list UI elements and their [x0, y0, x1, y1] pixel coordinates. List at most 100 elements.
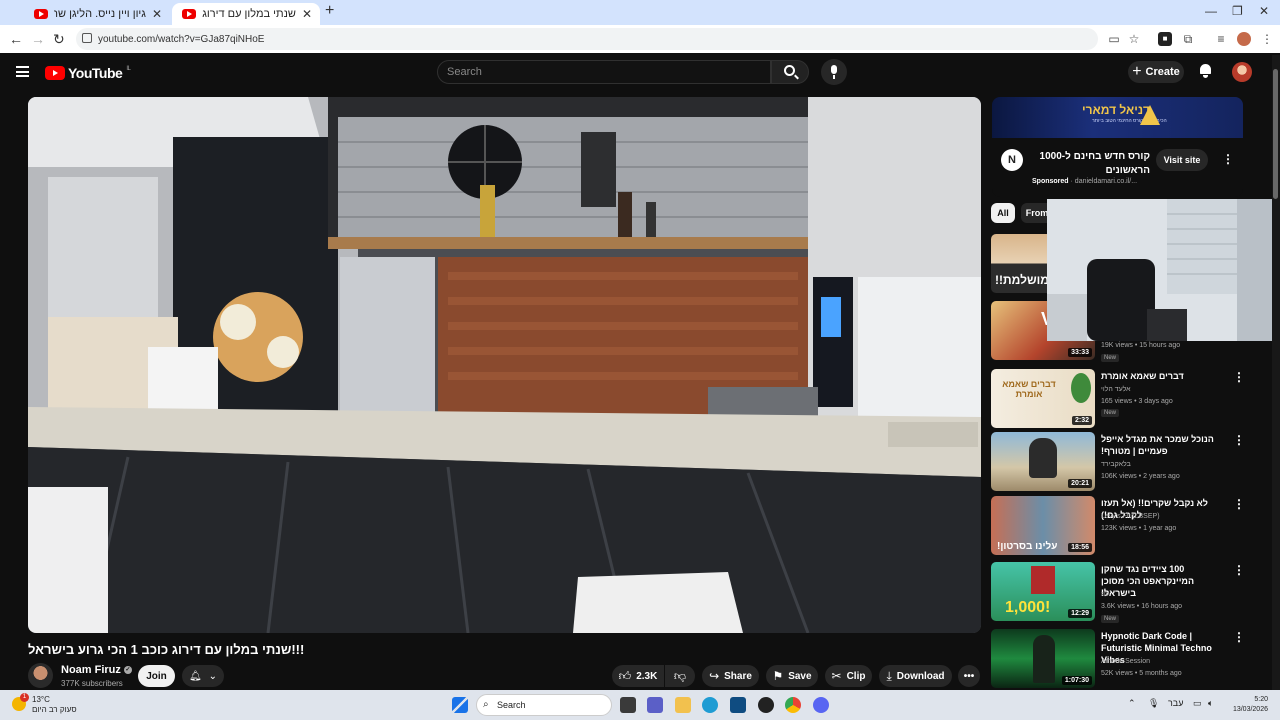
share-button[interactable]: ↪ Share — [702, 665, 759, 687]
item-menu-icon[interactable]: ⋮ — [1233, 563, 1245, 577]
back-icon[interactable]: ← — [9, 31, 23, 47]
tray-overflow-icon[interactable]: ⌃ — [1128, 698, 1136, 709]
video-thumbnail[interactable]: 1:07:30 — [991, 629, 1095, 688]
bell-icon: 🔔︎ — [188, 670, 202, 682]
channel-name: בלאקבירד — [1101, 461, 1131, 468]
bookmark-star-icon[interactable]: ☆ — [1127, 32, 1141, 46]
item-menu-icon[interactable]: ⋮ — [1233, 630, 1245, 644]
browser-tab-active[interactable]: שנתי במלון עם דירוג כוכב 1 הכי ✕ — [172, 3, 320, 25]
language-indicator[interactable]: עבר — [1168, 698, 1183, 708]
network-icon[interactable]: ▭ — [1193, 698, 1202, 709]
item-menu-icon[interactable]: ⋮ — [1233, 433, 1245, 447]
chip-all[interactable]: All — [991, 203, 1015, 223]
teams-icon[interactable] — [647, 697, 663, 713]
save-bookmark-icon: ⚑ — [772, 669, 784, 683]
account-avatar[interactable] — [1232, 62, 1252, 82]
scissors-icon: ✂ — [831, 669, 842, 683]
ad-menu-icon[interactable]: ⋮ — [1222, 152, 1234, 166]
channel-name: אלעד הלוי — [1101, 386, 1131, 393]
taskbar-search-icon: ⌕ — [483, 699, 489, 710]
weather-widget[interactable]: 1 13°C סעוק רב היום — [12, 693, 77, 715]
taskbar-search-box[interactable]: ⌕ Search — [476, 694, 612, 716]
video-player[interactable] — [28, 97, 981, 633]
youtube-favicon-icon — [182, 9, 196, 19]
channel-avatar[interactable] — [28, 663, 53, 688]
thumbnail-text: מושלמת!! — [995, 273, 1049, 287]
close-tab-icon[interactable]: ✕ — [152, 7, 162, 21]
clip-button[interactable]: ✂ Clip — [825, 665, 872, 687]
channel-name[interactable]: Noam Firuz ✓ — [61, 664, 132, 676]
recommendation-item[interactable]: 1,000! 12:29 100 ציידים נגד שחקן המיינקר… — [990, 562, 1245, 623]
video-thumbnail[interactable]: דברים שאמא אומרת 2:32 — [991, 369, 1095, 428]
close-window-icon[interactable]: ✕ — [1259, 4, 1269, 18]
tray-mic-icon[interactable]: 🎙︎ — [1148, 698, 1159, 709]
edge-icon[interactable] — [702, 697, 718, 713]
like-button[interactable]: 👍︎ 2.3K — [612, 665, 664, 687]
search-input[interactable]: Search — [437, 60, 771, 84]
volume-icon[interactable]: 🔈︎ — [1208, 698, 1213, 709]
scrollbar-thumb[interactable] — [1273, 69, 1278, 199]
voice-search-icon[interactable] — [821, 59, 847, 85]
windows-start-icon[interactable] — [452, 697, 468, 713]
system-clock[interactable]: 5:20 13/03/2026 — [1222, 695, 1268, 715]
browser-tab[interactable]: גיון ויין נייס. הליגן שרנות וקבר ✕ — [24, 3, 170, 25]
close-tab-icon[interactable]: ✕ — [302, 7, 312, 21]
create-button[interactable]: + Create — [1128, 61, 1184, 83]
dislike-button[interactable]: 👎︎ — [665, 665, 695, 687]
download-button[interactable]: ⤓ Download — [879, 665, 952, 687]
sponsored-ad-card[interactable]: דניאל דמארי הכירו את הקורס החינמי הטוב ב… — [992, 97, 1243, 197]
store-icon[interactable] — [730, 697, 746, 713]
logo-text: YouTube — [68, 65, 123, 81]
profile-avatar-icon[interactable] — [1237, 32, 1251, 46]
share-arrow-icon: ↪ — [709, 669, 720, 683]
advertiser-logo[interactable]: N — [1001, 149, 1023, 171]
visit-site-button[interactable]: Visit site — [1156, 149, 1208, 171]
extensions-puzzle-icon[interactable]: ⧉ — [1181, 32, 1195, 46]
video-thumbnail[interactable]: 20:21 — [991, 432, 1095, 491]
ad-sponsored-line: Sponsored · danieldamari.co.il/... — [1032, 178, 1138, 185]
item-menu-icon[interactable]: ⋮ — [1233, 370, 1245, 384]
recommendation-item[interactable]: 1:07:30 Hypnotic Dark Code | Futuristic … — [990, 629, 1245, 689]
youtube-logo[interactable]: YouTube IL — [45, 65, 131, 81]
more-actions-button[interactable]: ••• — [958, 665, 980, 687]
page-scrollbar[interactable] — [1272, 55, 1280, 690]
new-tab-button[interactable]: + — [325, 2, 334, 20]
url-text: youtube.com/watch?v=GJa87qiNHoE — [98, 33, 265, 45]
notifications-bell-icon[interactable] — [1199, 64, 1212, 78]
recommendation-item[interactable]: 20:21 הנוכל שמכר את מגדל אייפל פעמיים | … — [990, 432, 1245, 492]
search-button[interactable] — [771, 60, 809, 84]
forward-icon[interactable]: → — [31, 31, 45, 47]
recommendation-item[interactable]: עלינו בסרטון! 18:56 לא נקבל שקרים!! (אל … — [990, 496, 1245, 556]
reload-icon[interactable]: ↻ — [53, 31, 65, 48]
task-view-icon[interactable] — [620, 697, 636, 713]
video-title: 100 ציידים נגד שחקן המיינקראפט הכי מסוכן… — [1101, 564, 1195, 598]
file-explorer-icon[interactable] — [675, 697, 691, 713]
video-thumbnail[interactable]: 1,000! 12:29 — [991, 562, 1095, 621]
menu-hamburger-icon[interactable] — [16, 66, 29, 77]
discord-icon[interactable] — [813, 697, 829, 713]
join-button[interactable]: Join — [138, 665, 175, 687]
browser-menu-icon[interactable]: ⋮ — [1260, 32, 1274, 46]
recommendation-item[interactable]: דברים שאמא אומרת 2:32 דברים שאמא אומרת א… — [990, 369, 1245, 429]
ad-banner-image[interactable]: דניאל דמארי הכירו את הקורס החינמי הטוב ב… — [992, 97, 1243, 138]
video-thumbnail[interactable]: עלינו בסרטון! 18:56 — [991, 496, 1095, 555]
ad-title[interactable]: קורס חדש בחינם ל-1000 הראשונים — [1032, 150, 1150, 178]
video-duration: 20:21 — [1068, 479, 1092, 488]
video-views: 52K views • 5 months ago — [1101, 670, 1182, 677]
ad-brand-mark-icon — [1140, 105, 1160, 125]
video-frame — [28, 97, 981, 633]
site-info-icon[interactable] — [82, 33, 92, 43]
save-button[interactable]: ⚑ Save — [766, 665, 818, 687]
video-views: 3.6K views • 16 hours ago — [1101, 603, 1183, 610]
subscription-bell-button[interactable]: 🔔︎ ⌄ — [182, 665, 224, 687]
extension-icon[interactable]: ■ — [1158, 32, 1172, 46]
chrome-icon[interactable] — [785, 697, 801, 713]
item-menu-icon[interactable]: ⋮ — [1233, 497, 1245, 511]
app-icon[interactable] — [758, 697, 774, 713]
restore-window-icon[interactable]: ❐ — [1232, 4, 1243, 18]
cast-icon[interactable]: ▭ — [1107, 32, 1121, 46]
media-control-icon[interactable]: ≡ — [1214, 32, 1228, 46]
minimize-window-icon[interactable]: — — [1205, 4, 1217, 18]
new-badge: New — [1101, 409, 1120, 417]
address-bar[interactable]: youtube.com/watch?v=GJa87qiNHoE — [76, 28, 1098, 50]
